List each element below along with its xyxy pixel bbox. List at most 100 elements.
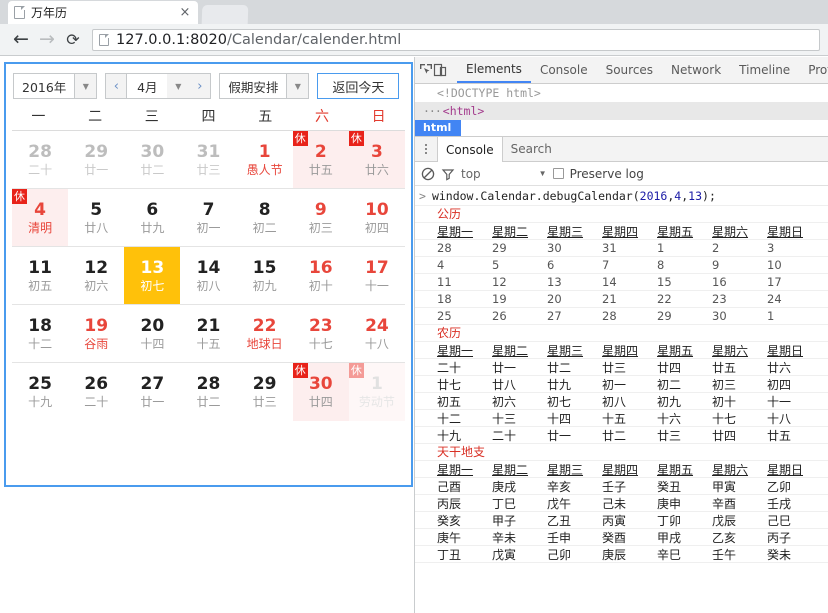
calendar-day-cell[interactable]: 26 二十: [68, 363, 124, 421]
calendar-day-cell[interactable]: 5 廿八: [68, 189, 124, 246]
calendar-day-cell[interactable]: 14 初八: [180, 247, 236, 304]
calendar-day-cell[interactable]: 8 初二: [237, 189, 293, 246]
table-row: 丙辰 丁巳 戊午 己未 庚申 辛酉 壬戌: [415, 495, 828, 512]
table-cell: 30: [547, 241, 562, 255]
calendar-day-cell[interactable]: 9 初三: [293, 189, 349, 246]
day-number: 26: [84, 374, 109, 394]
calendar-day-cell[interactable]: 休 30 廿四: [292, 363, 349, 421]
calendar-day-cell[interactable]: 18 十二: [12, 305, 68, 362]
calendar-day-cell[interactable]: 13 初七: [124, 247, 181, 304]
year-select[interactable]: 2016年 ▼: [13, 73, 98, 99]
back-to-today-button[interactable]: 返回今天: [317, 73, 400, 99]
tab-elements[interactable]: Elements: [457, 57, 531, 83]
calendar-day-cell[interactable]: 12 初六: [68, 247, 124, 304]
console-prompt-icon: >: [419, 188, 426, 203]
calendar-day-cell[interactable]: 休 4 清明: [12, 189, 69, 246]
tab-console[interactable]: Console: [531, 57, 597, 83]
calendar-day-cell[interactable]: 11 初五: [12, 247, 68, 304]
table-cell: 丙寅: [602, 513, 627, 528]
day-number: 23: [308, 315, 333, 336]
back-icon[interactable]: ←: [8, 27, 34, 53]
tab-sources[interactable]: Sources: [597, 57, 662, 83]
prev-month-button[interactable]: ‹: [105, 73, 128, 99]
calendar-day-cell[interactable]: 28 廿二: [180, 363, 236, 421]
table-cell: 廿二: [547, 360, 572, 375]
clear-console-icon[interactable]: [421, 167, 435, 181]
calendar-day-cell[interactable]: 1 愚人节: [237, 131, 293, 188]
execution-context-label[interactable]: top: [461, 167, 481, 181]
calendar-day-cell[interactable]: 22 地球日: [237, 305, 293, 362]
calendar-day-cell[interactable]: 15 初九: [237, 247, 293, 304]
console-tables: 公历 星期一 星期二 星期三 星期四 星期五 星期六 星期日 28 29 30 31 1 2 3 4 5 6 7 8 9…: [415, 206, 828, 563]
day-sublabel: 廿六: [364, 162, 389, 177]
table-cell: 14: [602, 275, 617, 289]
calendar-day-cell[interactable]: 休 2 廿五: [292, 131, 349, 188]
drawer-tab-console[interactable]: Console: [437, 137, 503, 162]
tab-profile[interactable]: Profile: [799, 57, 828, 83]
address-bar[interactable]: 127.0.0.1:8020/Calendar/calender.html: [92, 28, 820, 51]
table-cell: 甲戌: [657, 530, 682, 545]
forward-icon[interactable]: →: [34, 27, 60, 53]
table-cell: 廿七: [437, 377, 462, 392]
more-options-icon[interactable]: [415, 137, 437, 161]
table-cell: 7: [602, 258, 610, 272]
next-month-button[interactable]: ›: [189, 73, 212, 99]
close-icon[interactable]: ×: [178, 5, 192, 20]
column-header: 星期六: [712, 224, 749, 239]
calendar-day-cell[interactable]: 20 十四: [124, 305, 180, 362]
dom-html-node[interactable]: ··· <html>: [415, 102, 828, 120]
chevron-down-icon[interactable]: ▼: [75, 73, 98, 99]
weekday-5: 六: [314, 109, 329, 125]
table-cell: 廿四: [712, 428, 737, 443]
month-chevron-down-icon[interactable]: ▼: [167, 73, 190, 99]
month-stepper[interactable]: ‹ 4月 ▼ ›: [105, 73, 212, 99]
tab-network[interactable]: Network: [662, 57, 730, 83]
calendar-day-cell[interactable]: 30 廿二: [124, 131, 180, 188]
day-sublabel: 初二: [252, 220, 277, 235]
calendar-day-cell[interactable]: 23 十七: [293, 305, 349, 362]
inspect-icon[interactable]: [419, 60, 433, 81]
table-cell: 29: [492, 241, 507, 255]
calendar-day-cell[interactable]: 31 廿三: [180, 131, 236, 188]
table-cell: 壬戌: [767, 496, 792, 511]
drawer-tab-search[interactable]: Search: [503, 137, 560, 161]
new-tab-button[interactable]: [201, 5, 249, 24]
table-cell: 十一: [767, 394, 792, 409]
calendar-day-cell[interactable]: 29 廿一: [68, 131, 124, 188]
table-cell: 十四: [547, 411, 572, 426]
device-toolbar-icon[interactable]: [433, 60, 447, 81]
calendar-day-cell[interactable]: 10 初四: [349, 189, 405, 246]
holiday-chevron-down-icon[interactable]: ▼: [287, 73, 310, 99]
calendar-day-cell[interactable]: 24 十八: [349, 305, 405, 362]
table-cell: 辛未: [492, 530, 517, 545]
console-command-line[interactable]: > window.Calendar.debugCalendar(2016,4,1…: [415, 186, 828, 206]
expand-twisty-icon[interactable]: ···: [423, 104, 442, 118]
filter-icon[interactable]: [441, 167, 455, 181]
calendar-day-cell[interactable]: 27 廿一: [124, 363, 180, 421]
calendar-day-cell[interactable]: 25 十九: [12, 363, 68, 421]
holiday-select[interactable]: 假期安排 ▼: [219, 73, 310, 99]
calendar-day-cell[interactable]: 休 1 劳动节: [348, 363, 405, 421]
tab-timeline[interactable]: Timeline: [730, 57, 799, 83]
breadcrumb-item-html[interactable]: html: [415, 120, 462, 136]
calendar-day-cell[interactable]: 29 廿三: [237, 363, 293, 421]
table-cell: 戊午: [547, 496, 572, 511]
day-sublabel: 初十: [308, 278, 333, 293]
reload-icon[interactable]: ⟳: [60, 27, 86, 53]
day-number: 7: [202, 199, 215, 220]
rest-day-badge: 休: [12, 189, 27, 204]
preserve-log-checkbox[interactable]: [552, 168, 564, 179]
table-cell: 辛巳: [657, 547, 682, 562]
browser-tab[interactable]: 万年历 ×: [8, 1, 198, 24]
calendar-day-cell[interactable]: 7 初一: [180, 189, 236, 246]
calendar-day-cell[interactable]: 休 3 廿六: [348, 131, 405, 188]
day-number: 28: [196, 374, 221, 394]
calendar-day-cell[interactable]: 28 二十: [12, 131, 68, 188]
context-chevron-down-icon[interactable]: ▼: [539, 169, 547, 178]
calendar-day-cell[interactable]: 17 十一: [349, 247, 405, 304]
calendar-day-cell[interactable]: 16 初十: [293, 247, 349, 304]
calendar-day-cell[interactable]: 19 谷雨: [68, 305, 124, 362]
table-cell: 初一: [602, 377, 627, 392]
calendar-day-cell[interactable]: 21 十五: [180, 305, 236, 362]
calendar-day-cell[interactable]: 6 廿九: [124, 189, 180, 246]
